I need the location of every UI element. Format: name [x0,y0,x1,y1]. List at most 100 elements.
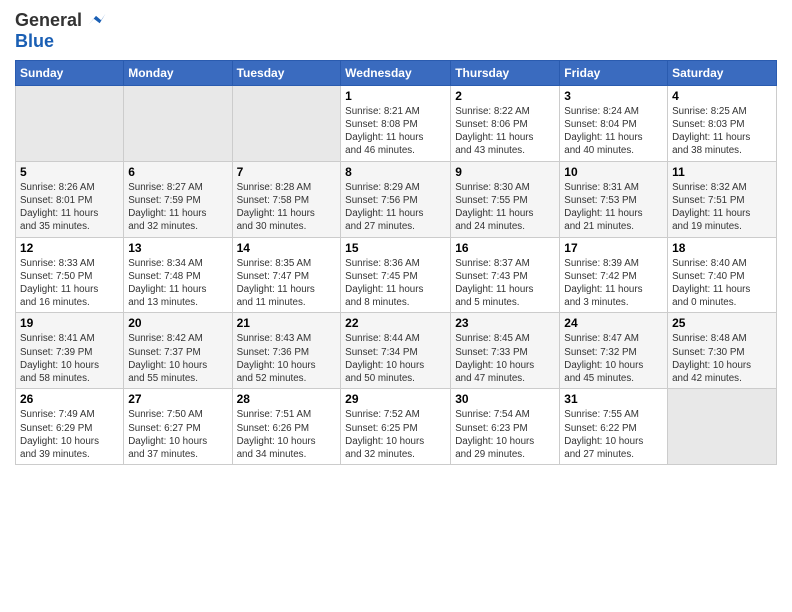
weekday-header-row: SundayMondayTuesdayWednesdayThursdayFrid… [16,60,777,85]
day-info: Sunrise: 8:41 AM Sunset: 7:39 PM Dayligh… [20,332,119,385]
day-info: Sunrise: 7:55 AM Sunset: 6:22 PM Dayligh… [564,408,663,461]
day-info: Sunrise: 8:44 AM Sunset: 7:34 PM Dayligh… [345,332,446,385]
day-number: 3 [564,89,663,103]
calendar-cell: 30Sunrise: 7:54 AM Sunset: 6:23 PM Dayli… [451,389,560,465]
day-info: Sunrise: 7:54 AM Sunset: 6:23 PM Dayligh… [455,408,555,461]
day-info: Sunrise: 8:25 AM Sunset: 8:03 PM Dayligh… [672,105,772,158]
calendar-cell: 25 Sunrise: 8:48 AM Sunset: 7:30 PM Dayli… [668,313,777,389]
weekday-header-monday: Monday [124,60,232,85]
day-info: Sunrise: 8:42 AM Sunset: 7:37 PM Dayligh… [128,332,227,385]
weekday-header-friday: Friday [560,60,668,85]
day-number: 7 [237,165,337,179]
day-number: 20 [128,316,227,330]
day-number: 25 [672,316,772,330]
day-number: 11 [672,165,772,179]
calendar-cell: 5 Sunrise: 8:26 AM Sunset: 8:01 PM Daylig… [16,161,124,237]
week-row-3: 12 Sunrise: 8:33 AM Sunset: 7:50 PM Dayli… [16,237,777,313]
calendar-cell: 19 Sunrise: 8:41 AM Sunset: 7:39 PM Dayli… [16,313,124,389]
calendar-cell: 14Sunrise: 8:35 AM Sunset: 7:47 PM Dayli… [232,237,341,313]
calendar-cell [232,85,341,161]
calendar-cell: 26 Sunrise: 7:49 AM Sunset: 6:29 PM Dayli… [16,389,124,465]
day-number: 27 [128,392,227,406]
day-number: 29 [345,392,446,406]
day-info: Sunrise: 8:36 AM Sunset: 7:45 PM Dayligh… [345,257,446,310]
calendar-cell: 29 Sunrise: 7:52 AM Sunset: 6:25 PM Dayli… [341,389,451,465]
day-number: 22 [345,316,446,330]
calendar-cell: 20 Sunrise: 8:42 AM Sunset: 7:37 PM Dayli… [124,313,232,389]
day-info: Sunrise: 8:28 AM Sunset: 7:58 PM Dayligh… [237,181,337,234]
day-info: Sunrise: 8:47 AM Sunset: 7:32 PM Dayligh… [564,332,663,385]
calendar-cell: 4 Sunrise: 8:25 AM Sunset: 8:03 PM Daylig… [668,85,777,161]
day-info: Sunrise: 8:30 AM Sunset: 7:55 PM Dayligh… [455,181,555,234]
day-number: 4 [672,89,772,103]
weekday-header-sunday: Sunday [16,60,124,85]
calendar-cell: 17 Sunrise: 8:39 AM Sunset: 7:42 PM Dayli… [560,237,668,313]
day-info: Sunrise: 7:49 AM Sunset: 6:29 PM Dayligh… [20,408,119,461]
day-number: 2 [455,89,555,103]
calendar-cell [668,389,777,465]
logo-general-text: General [15,11,82,31]
day-info: Sunrise: 8:33 AM Sunset: 7:50 PM Dayligh… [20,257,119,310]
week-row-4: 19 Sunrise: 8:41 AM Sunset: 7:39 PM Dayli… [16,313,777,389]
day-info: Sunrise: 8:40 AM Sunset: 7:40 PM Dayligh… [672,257,772,310]
calendar-cell: 1Sunrise: 8:21 AM Sunset: 8:08 PM Daylig… [341,85,451,161]
calendar-table: SundayMondayTuesdayWednesdayThursdayFrid… [15,60,777,465]
day-info: Sunrise: 8:27 AM Sunset: 7:59 PM Dayligh… [128,181,227,234]
day-number: 6 [128,165,227,179]
calendar-cell: 28 Sunrise: 7:51 AM Sunset: 6:26 PM Dayli… [232,389,341,465]
calendar-cell: 12 Sunrise: 8:33 AM Sunset: 7:50 PM Dayli… [16,237,124,313]
day-number: 28 [237,392,337,406]
weekday-header-saturday: Saturday [668,60,777,85]
day-number: 24 [564,316,663,330]
day-info: Sunrise: 8:39 AM Sunset: 7:42 PM Dayligh… [564,257,663,310]
calendar-cell: 8Sunrise: 8:29 AM Sunset: 7:56 PM Daylig… [341,161,451,237]
day-number: 26 [20,392,119,406]
day-number: 21 [237,316,337,330]
day-info: Sunrise: 8:29 AM Sunset: 7:56 PM Dayligh… [345,181,446,234]
calendar-cell: 3Sunrise: 8:24 AM Sunset: 8:04 PM Daylig… [560,85,668,161]
calendar-cell: 6 Sunrise: 8:27 AM Sunset: 7:59 PM Daylig… [124,161,232,237]
day-info: Sunrise: 8:32 AM Sunset: 7:51 PM Dayligh… [672,181,772,234]
day-info: Sunrise: 8:34 AM Sunset: 7:48 PM Dayligh… [128,257,227,310]
calendar-cell: 7 Sunrise: 8:28 AM Sunset: 7:58 PM Daylig… [232,161,341,237]
calendar-cell: 27Sunrise: 7:50 AM Sunset: 6:27 PM Dayli… [124,389,232,465]
day-info: Sunrise: 8:45 AM Sunset: 7:33 PM Dayligh… [455,332,555,385]
logo-bird-icon [85,10,107,32]
day-number: 10 [564,165,663,179]
calendar-cell: 31 Sunrise: 7:55 AM Sunset: 6:22 PM Dayli… [560,389,668,465]
day-number: 23 [455,316,555,330]
day-number: 19 [20,316,119,330]
calendar-cell: 10Sunrise: 8:31 AM Sunset: 7:53 PM Dayli… [560,161,668,237]
logo-blue-text: Blue [15,32,107,52]
week-row-1: 1Sunrise: 8:21 AM Sunset: 8:08 PM Daylig… [16,85,777,161]
day-info: Sunrise: 7:52 AM Sunset: 6:25 PM Dayligh… [345,408,446,461]
day-info: Sunrise: 8:26 AM Sunset: 8:01 PM Dayligh… [20,181,119,234]
day-number: 17 [564,241,663,255]
calendar-cell [124,85,232,161]
calendar-cell: 21 Sunrise: 8:43 AM Sunset: 7:36 PM Dayli… [232,313,341,389]
day-number: 14 [237,241,337,255]
week-row-5: 26 Sunrise: 7:49 AM Sunset: 6:29 PM Dayli… [16,389,777,465]
day-number: 13 [128,241,227,255]
calendar-cell: 18Sunrise: 8:40 AM Sunset: 7:40 PM Dayli… [668,237,777,313]
day-info: Sunrise: 7:51 AM Sunset: 6:26 PM Dayligh… [237,408,337,461]
day-number: 12 [20,241,119,255]
week-row-2: 5 Sunrise: 8:26 AM Sunset: 8:01 PM Daylig… [16,161,777,237]
day-info: Sunrise: 8:43 AM Sunset: 7:36 PM Dayligh… [237,332,337,385]
weekday-header-wednesday: Wednesday [341,60,451,85]
day-info: Sunrise: 8:48 AM Sunset: 7:30 PM Dayligh… [672,332,772,385]
calendar-cell: 15Sunrise: 8:36 AM Sunset: 7:45 PM Dayli… [341,237,451,313]
calendar-cell: 16Sunrise: 8:37 AM Sunset: 7:43 PM Dayli… [451,237,560,313]
calendar-cell: 22 Sunrise: 8:44 AM Sunset: 7:34 PM Dayli… [341,313,451,389]
calendar-cell: 13 Sunrise: 8:34 AM Sunset: 7:48 PM Dayli… [124,237,232,313]
day-info: Sunrise: 8:22 AM Sunset: 8:06 PM Dayligh… [455,105,555,158]
day-number: 31 [564,392,663,406]
weekday-header-thursday: Thursday [451,60,560,85]
header: General Blue [15,10,777,52]
calendar-cell [16,85,124,161]
calendar-cell: 9 Sunrise: 8:30 AM Sunset: 7:55 PM Daylig… [451,161,560,237]
calendar-cell: 2 Sunrise: 8:22 AM Sunset: 8:06 PM Daylig… [451,85,560,161]
day-number: 1 [345,89,446,103]
day-number: 5 [20,165,119,179]
day-number: 9 [455,165,555,179]
